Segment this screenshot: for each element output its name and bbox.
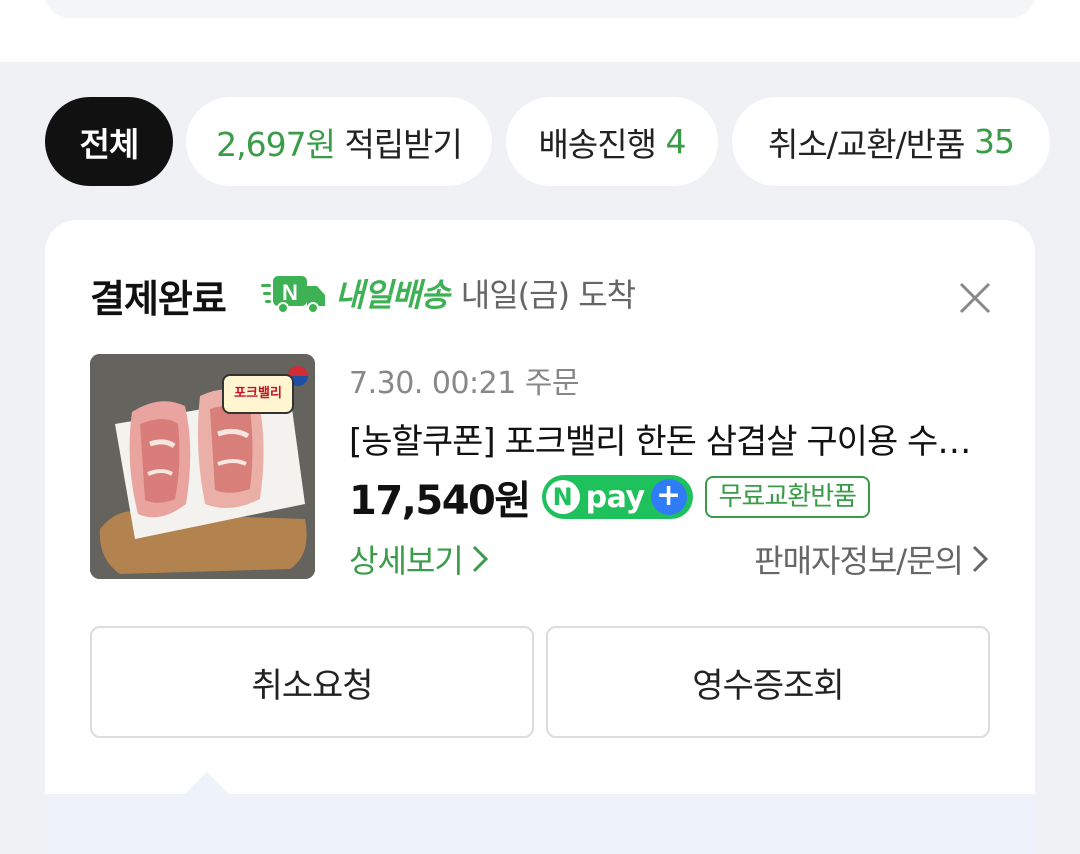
previous-section — [0, 0, 1080, 62]
receipt-lookup-button[interactable]: 영수증조회 — [546, 626, 990, 738]
chevron-right-icon — [972, 545, 989, 573]
points-label: 적립받기 — [344, 124, 462, 164]
price: 17,540원 — [349, 478, 531, 524]
filter-chip-all-label: 전체 — [79, 124, 140, 164]
tooltip-box — [45, 794, 1035, 854]
cancel-request-button[interactable]: 취소요청 — [90, 626, 534, 738]
npay-plus-badge: N pay + — [541, 475, 693, 519]
delivery-badge: N 내일배송 내일(금) 도착 — [261, 270, 636, 316]
view-details-link[interactable]: 상세보기 — [349, 536, 489, 582]
npay-text: pay — [585, 479, 645, 515]
shipping-label: 배송진행 — [538, 124, 657, 164]
shipping-count: 4 — [665, 122, 686, 161]
seller-info-link[interactable]: 판매자정보/문의 — [754, 536, 989, 582]
cancel-label: 취소/교환/반품 — [768, 124, 965, 164]
price-row: 17,540원 N pay + 무료교환반품 — [349, 468, 871, 526]
order-card: 결제완료 N 내일배송 내일(금) 도착 포크밸리 7.30. 00:21 주문… — [45, 220, 1035, 854]
truck-icon: N — [261, 276, 325, 314]
filter-chip-points[interactable]: 2,697원 적립받기 — [186, 97, 492, 186]
order-status: 결제완료 — [90, 277, 227, 321]
npay-n-icon: N — [545, 480, 580, 514]
plus-icon: + — [650, 479, 687, 515]
filter-chip-shipping[interactable]: 배송진행 4 — [506, 97, 718, 186]
filter-chip-all[interactable]: 전체 — [45, 97, 173, 186]
delivery-type: 내일배송 — [335, 276, 450, 314]
delivery-badge-letter: N — [282, 280, 298, 305]
view-details-label: 상세보기 — [349, 542, 464, 580]
tooltip-arrow — [185, 772, 229, 794]
product-thumbnail[interactable]: 포크밸리 — [90, 354, 315, 579]
filter-chip-cancel-exchange-return[interactable]: 취소/교환/반품 35 — [732, 97, 1050, 186]
previous-card — [45, 0, 1035, 18]
points-amount: 2,697원 — [216, 124, 336, 164]
arrival-date: 내일(금) 도착 — [460, 276, 636, 314]
brand-logo: 포크밸리 — [222, 374, 294, 414]
free-return-badge: 무료교환반품 — [704, 476, 871, 518]
product-name[interactable]: [농할쿠폰] 포크밸리 한돈 삼겹살 구이용 수입산 아님 국내산 한돈 — [349, 414, 999, 463]
order-date: 7.30. 00:21 주문 — [349, 366, 580, 401]
close-icon[interactable] — [957, 280, 993, 316]
cancel-count: 35 — [973, 122, 1015, 161]
chevron-right-icon — [472, 545, 488, 573]
seller-info-label: 판매자정보/문의 — [754, 542, 964, 580]
